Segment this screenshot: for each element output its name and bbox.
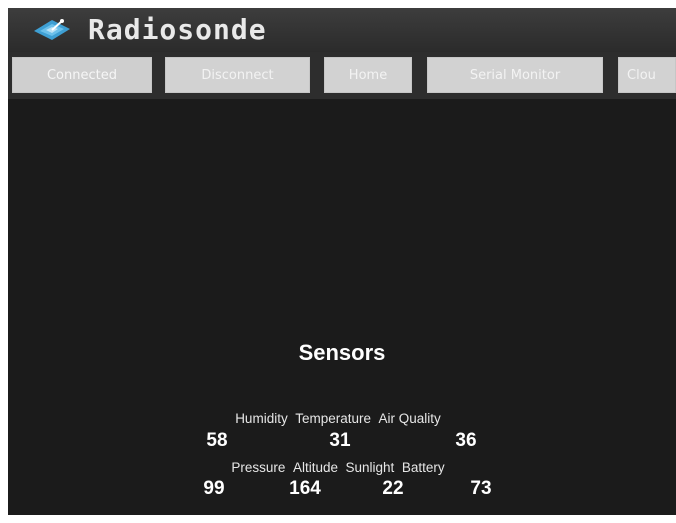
sunlight-value: 22 — [382, 478, 404, 499]
battery-label: Battery — [401, 460, 445, 475]
temperature-value: 31 — [329, 430, 351, 451]
battery-value: 73 — [470, 478, 492, 499]
temperature-label: Temperature — [295, 411, 375, 426]
nav-bar: Connected Disconnect Home Serial Monitor… — [8, 52, 676, 99]
sunlight-label: Sunlight — [345, 460, 399, 475]
air-quality-value: 36 — [455, 430, 477, 451]
satellite-dish-icon — [34, 19, 70, 40]
humidity-value: 58 — [206, 430, 228, 451]
app-title: Radiosonde — [88, 13, 267, 46]
air-quality-label: Air Quality — [378, 411, 441, 426]
humidity-label: Humidity — [235, 411, 292, 426]
disconnect-button[interactable]: Disconnect — [165, 57, 310, 93]
altitude-value: 164 — [289, 478, 321, 499]
cloud-button[interactable]: Clou — [618, 57, 676, 93]
home-button[interactable]: Home — [324, 57, 412, 93]
pressure-value: 99 — [203, 478, 225, 499]
altitude-label: Altitude — [292, 460, 342, 475]
sensor-labels-row-2: Pressure Altitude Sunlight Battery — [8, 460, 676, 475]
title-bar: Radiosonde — [8, 8, 676, 52]
main-content: Sensors Humidity Temperature Air Quality… — [8, 99, 676, 515]
connected-button[interactable]: Connected — [12, 57, 152, 93]
sensor-labels-row-1: Humidity Temperature Air Quality — [8, 411, 676, 426]
app-window: Radiosonde Connected Disconnect Home Ser… — [8, 8, 676, 515]
serial-monitor-button[interactable]: Serial Monitor — [427, 57, 603, 93]
pressure-label: Pressure — [231, 460, 290, 475]
sensors-heading: Sensors — [298, 340, 386, 365]
